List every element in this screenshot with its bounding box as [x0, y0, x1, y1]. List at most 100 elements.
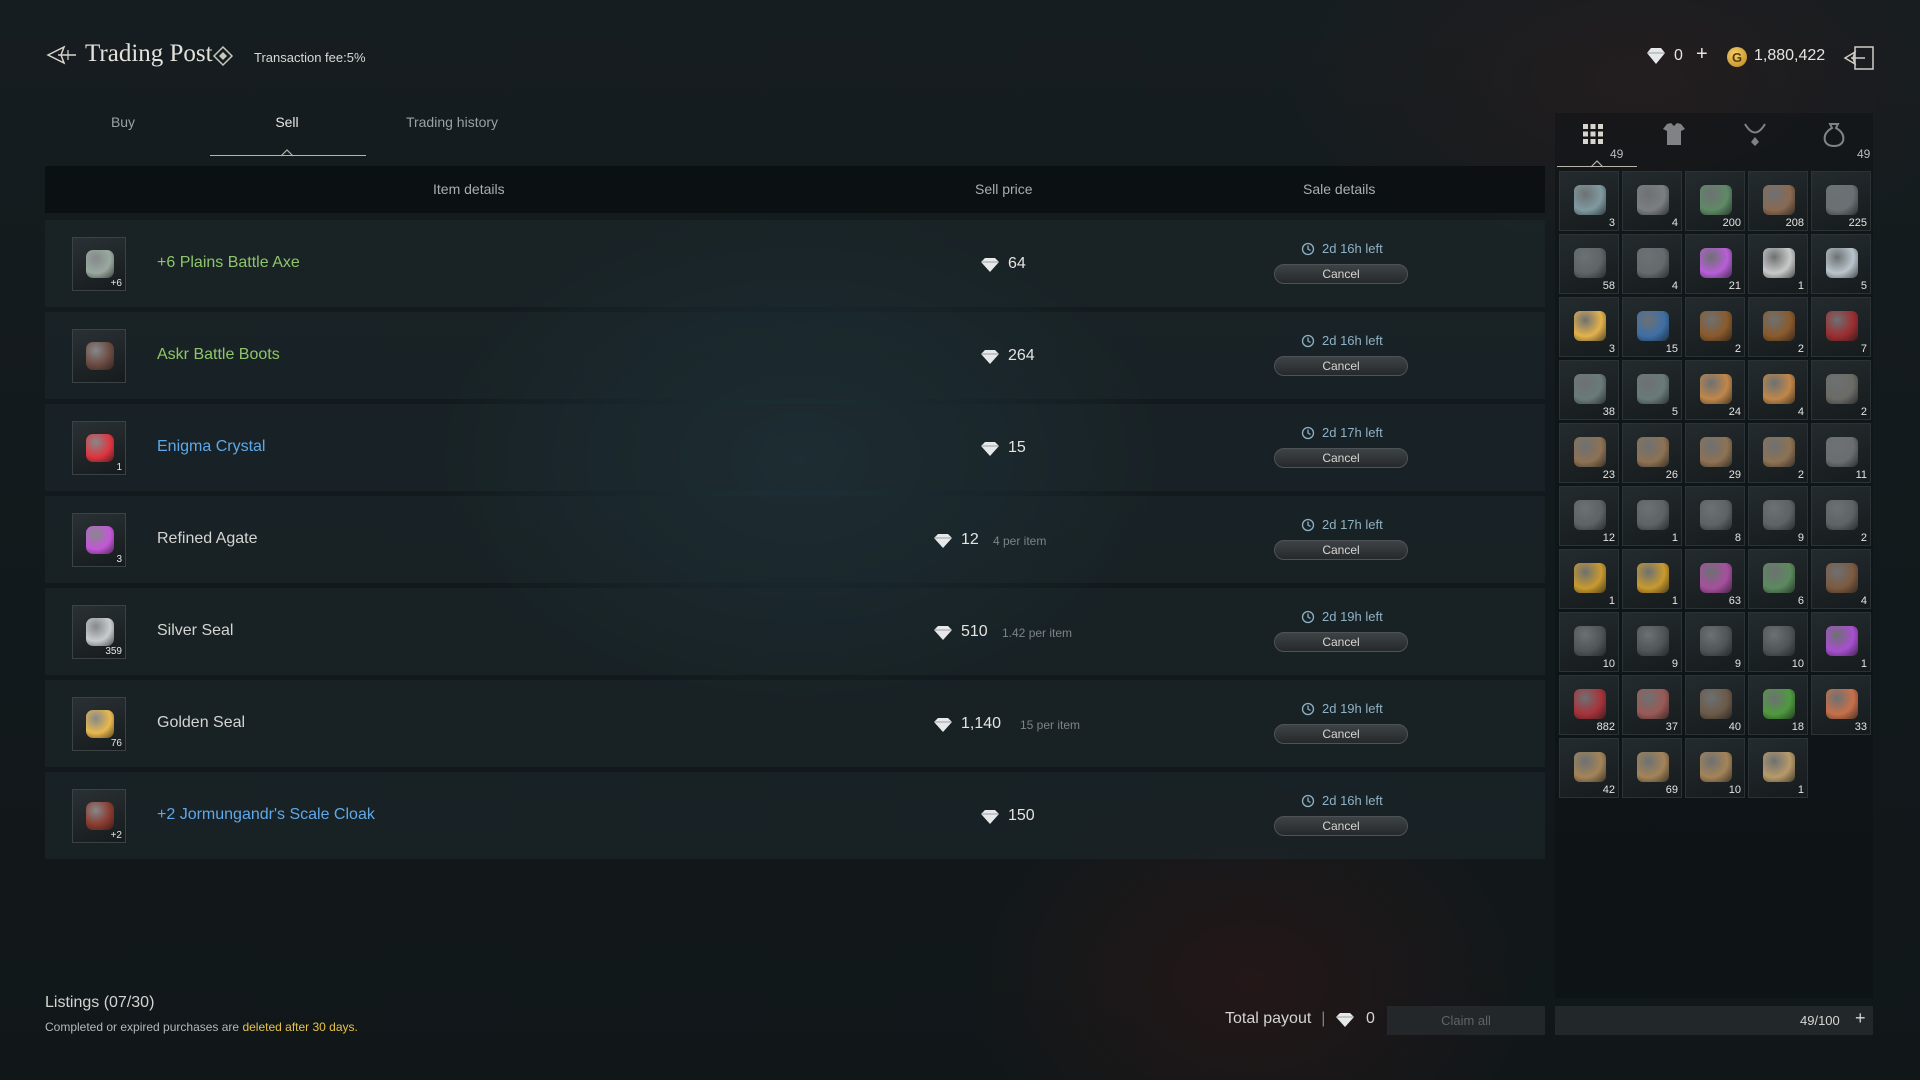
clock-icon	[1301, 426, 1315, 440]
table-row: +6 +6 Plains Battle Axe 64 2d 16h left C…	[45, 220, 1545, 307]
inventory-slot[interactable]: 38	[1559, 360, 1619, 420]
crystal-icon	[86, 434, 114, 462]
inventory-slot[interactable]: 1	[1748, 234, 1808, 294]
inventory-slot[interactable]: 23	[1559, 423, 1619, 483]
item-slot[interactable]: 1	[72, 421, 126, 475]
inventory-slot[interactable]: 42	[1559, 738, 1619, 798]
time-left: 2d 19h left	[1322, 701, 1383, 716]
claim-all-button[interactable]: Claim all	[1387, 1006, 1545, 1035]
inventory-slot[interactable]: 200	[1685, 171, 1745, 231]
inventory-item-icon	[1826, 626, 1858, 656]
item-name[interactable]: +6 Plains Battle Axe	[157, 254, 300, 272]
table-row: 359 Silver Seal 510 1.42 per item 2d 19h…	[45, 588, 1545, 675]
inventory-slot[interactable]: 225	[1811, 171, 1871, 231]
inventory-slot[interactable]: 29	[1685, 423, 1745, 483]
inventory-slot[interactable]: 15	[1622, 297, 1682, 357]
expand-inventory-button[interactable]: +	[1855, 1008, 1866, 1029]
inventory-item-icon	[1763, 185, 1795, 215]
inventory-slot[interactable]: 3	[1559, 297, 1619, 357]
inventory-item-count: 2	[1734, 343, 1741, 355]
inventory-slot[interactable]: 63	[1685, 549, 1745, 609]
inventory-slot[interactable]: 58	[1559, 234, 1619, 294]
item-slot[interactable]: +2	[72, 789, 126, 843]
cancel-listing-button[interactable]: Cancel	[1274, 356, 1408, 376]
item-name[interactable]: Refined Agate	[157, 530, 258, 548]
item-slot-badge: +6	[110, 278, 122, 289]
inventory-slot[interactable]: 26	[1622, 423, 1682, 483]
inventory-slot[interactable]: 4	[1622, 234, 1682, 294]
inventory-slot[interactable]: 4	[1811, 549, 1871, 609]
inventory-slot[interactable]: 33	[1811, 675, 1871, 735]
cancel-listing-button[interactable]: Cancel	[1274, 448, 1408, 468]
item-name[interactable]: Enigma Crystal	[157, 438, 265, 456]
inventory-slot[interactable]: 1	[1622, 486, 1682, 546]
inventory-slot[interactable]: 18	[1748, 675, 1808, 735]
inventory-slot[interactable]: 208	[1748, 171, 1808, 231]
inventory-slot[interactable]: 4	[1748, 360, 1808, 420]
necklace-icon[interactable]	[1740, 119, 1770, 149]
inventory-slot[interactable]: 2	[1811, 486, 1871, 546]
cancel-listing-button[interactable]: Cancel	[1274, 540, 1408, 560]
pouch-icon[interactable]	[1819, 119, 1849, 149]
inventory-item-icon	[1826, 248, 1858, 278]
inventory-item-count: 7	[1860, 343, 1867, 355]
inventory-slot[interactable]: 5	[1811, 234, 1871, 294]
inventory-slot[interactable]: 6	[1748, 549, 1808, 609]
inventory-slot[interactable]: 12	[1559, 486, 1619, 546]
inventory-slot[interactable]: 882	[1559, 675, 1619, 735]
back-arrow-icon[interactable]	[46, 44, 78, 66]
inventory-slot[interactable]: 9	[1748, 486, 1808, 546]
item-name[interactable]: +2 Jormungandr's Scale Cloak	[157, 806, 375, 824]
tab-sell[interactable]: Sell	[207, 114, 367, 130]
inventory-slot[interactable]: 2	[1685, 297, 1745, 357]
item-name[interactable]: Askr Battle Boots	[157, 346, 280, 364]
active-category-caret-icon	[1590, 160, 1604, 168]
inventory-slot[interactable]: 37	[1622, 675, 1682, 735]
item-slot[interactable]: +6	[72, 237, 126, 291]
inventory-slot[interactable]: 1	[1622, 549, 1682, 609]
item-slot[interactable]: 359	[72, 605, 126, 659]
inventory-item-icon	[1574, 752, 1606, 782]
category-all-count: 49	[1610, 147, 1624, 161]
armor-icon[interactable]	[1659, 119, 1689, 149]
inventory-slot[interactable]: 9	[1622, 612, 1682, 672]
item-name[interactable]: Silver Seal	[157, 622, 233, 640]
inventory-slot[interactable]: 7	[1811, 297, 1871, 357]
item-slot[interactable]	[72, 329, 126, 383]
inventory-slot[interactable]: 40	[1685, 675, 1745, 735]
inventory-item-icon	[1574, 563, 1606, 593]
tab-trading-history[interactable]: Trading history	[372, 114, 532, 130]
cancel-listing-button[interactable]: Cancel	[1274, 264, 1408, 284]
inventory-slot[interactable]: 24	[1685, 360, 1745, 420]
inventory-item-count: 40	[1728, 721, 1741, 733]
inventory-slot[interactable]: 10	[1748, 612, 1808, 672]
tab-buy[interactable]: Buy	[43, 114, 203, 130]
inventory-item-icon	[1637, 248, 1669, 278]
inventory-slot[interactable]: 1	[1559, 549, 1619, 609]
inventory-slot[interactable]: 4	[1622, 171, 1682, 231]
inventory-slot[interactable]: 69	[1622, 738, 1682, 798]
inventory-slot[interactable]: 21	[1685, 234, 1745, 294]
cancel-listing-button[interactable]: Cancel	[1274, 724, 1408, 744]
inventory-slot[interactable]: 2	[1748, 423, 1808, 483]
inventory-slot[interactable]: 8	[1685, 486, 1745, 546]
inventory-slot[interactable]: 11	[1811, 423, 1871, 483]
inventory-slot[interactable]: 3	[1559, 171, 1619, 231]
cancel-listing-button[interactable]: Cancel	[1274, 632, 1408, 652]
inventory-slot[interactable]: 10	[1685, 738, 1745, 798]
inventory-item-icon	[1826, 185, 1858, 215]
add-premium-currency-button[interactable]: +	[1696, 43, 1708, 66]
item-name[interactable]: Golden Seal	[157, 714, 245, 732]
item-slot[interactable]: 76	[72, 697, 126, 751]
inventory-slot[interactable]: 1	[1748, 738, 1808, 798]
inventory-slot[interactable]: 2	[1748, 297, 1808, 357]
inventory-slot[interactable]: 9	[1685, 612, 1745, 672]
inventory-slot[interactable]: 10	[1559, 612, 1619, 672]
inventory-slot[interactable]: 5	[1622, 360, 1682, 420]
grid-icon[interactable]	[1578, 119, 1608, 149]
inventory-slot[interactable]: 2	[1811, 360, 1871, 420]
cancel-listing-button[interactable]: Cancel	[1274, 816, 1408, 836]
exit-icon[interactable]	[1843, 45, 1875, 71]
inventory-slot[interactable]: 1	[1811, 612, 1871, 672]
item-slot[interactable]: 3	[72, 513, 126, 567]
